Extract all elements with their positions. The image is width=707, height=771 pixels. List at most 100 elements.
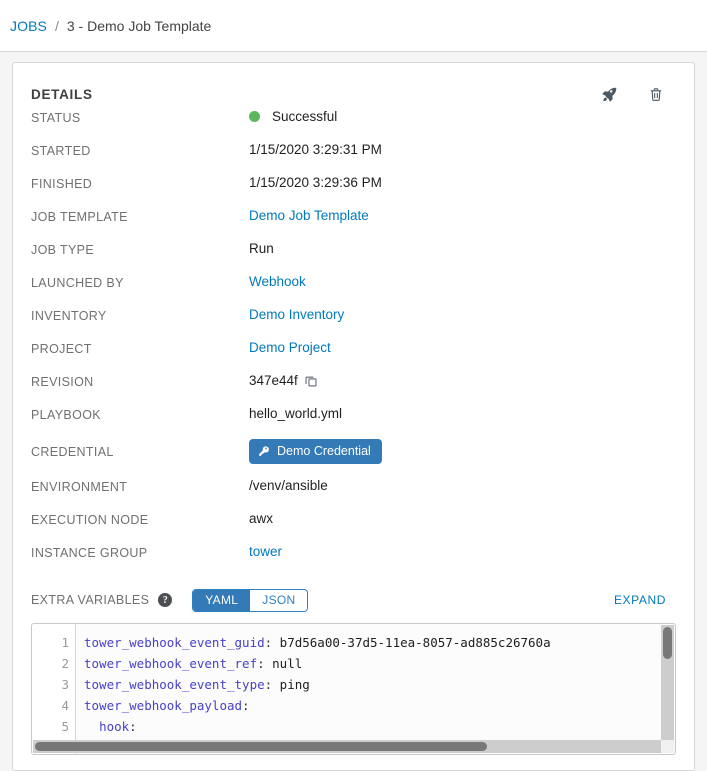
detail-row-job-type: JOB TYPE Run xyxy=(31,241,676,274)
label-launched-by: LAUNCHED BY xyxy=(31,276,124,290)
detail-row-started: STARTED 1/15/2020 3:29:31 PM xyxy=(31,142,676,175)
detail-row-finished: FINISHED 1/15/2020 3:29:36 PM xyxy=(31,175,676,208)
label-revision: REVISION xyxy=(31,375,94,389)
extra-variables-header: EXTRA VARIABLES ? YAML JSON EXPAND xyxy=(31,585,676,615)
editor-horizontal-scrollbar[interactable] xyxy=(33,740,661,753)
editor-line-number: 3 xyxy=(61,677,69,692)
value-project: Demo Project xyxy=(249,340,676,355)
yaml-value: b7d56a00-37d5-11ea-8057-ad885c26760a xyxy=(272,635,551,650)
trash-icon xyxy=(648,88,664,106)
editor-line-numbers: 123456 xyxy=(32,624,76,754)
yaml-key: tower_webhook_event_ref xyxy=(84,656,258,671)
editor-scroll-corner xyxy=(661,740,674,753)
detail-row-status: STATUS Successful xyxy=(31,109,676,142)
value-playbook: hello_world.yml xyxy=(249,406,343,421)
value-job-type: Run xyxy=(249,241,274,256)
launched-by-link[interactable]: Webhook xyxy=(249,274,306,289)
label-extra-variables: EXTRA VARIABLES xyxy=(31,593,150,607)
breadcrumb-separator: / xyxy=(54,17,59,34)
breadcrumb-current-page: 3 - Demo Job Template xyxy=(66,17,212,34)
value-environment: /venv/ansible xyxy=(249,478,328,493)
instance-group-link[interactable]: tower xyxy=(249,544,282,559)
editor-code-line: tower_webhook_event_ref: null xyxy=(84,656,303,671)
toggle-json[interactable]: JSON xyxy=(250,589,308,611)
value-instance-group: tower xyxy=(249,544,676,559)
label-job-template: JOB TEMPLATE xyxy=(31,210,128,224)
job-details-card: DETAILS STATUS Successful STARTED 1/15/2… xyxy=(12,62,695,771)
delete-button[interactable] xyxy=(648,86,664,103)
label-job-type: JOB TYPE xyxy=(31,243,95,257)
rocket-icon xyxy=(601,87,618,106)
editor-line-number: 2 xyxy=(61,656,69,671)
value-inventory: Demo Inventory xyxy=(249,307,676,322)
editor-line-number: 1 xyxy=(61,635,69,650)
label-instance-group: INSTANCE GROUP xyxy=(31,546,148,560)
status-dot-icon xyxy=(249,111,260,122)
label-started: STARTED xyxy=(31,144,91,158)
inventory-link[interactable]: Demo Inventory xyxy=(249,307,344,322)
project-link[interactable]: Demo Project xyxy=(249,340,331,355)
variables-format-toggle[interactable]: YAML JSON xyxy=(192,588,309,612)
editor-horizontal-scroll-thumb[interactable] xyxy=(35,742,488,751)
yaml-value: null xyxy=(264,656,303,671)
label-playbook: PLAYBOOK xyxy=(31,408,101,422)
label-environment: ENVIRONMENT xyxy=(31,480,128,494)
key-icon xyxy=(258,445,270,457)
editor-vertical-scroll-thumb[interactable] xyxy=(663,627,672,659)
detail-row-launched-by: LAUNCHED BY Webhook xyxy=(31,274,676,307)
detail-row-job-template: JOB TEMPLATE Demo Job Template xyxy=(31,208,676,241)
value-job-template: Demo Job Template xyxy=(249,208,676,223)
yaml-key: hook xyxy=(99,719,130,734)
revision-hash: 347e44f xyxy=(249,373,298,388)
detail-row-execution-node: EXECUTION NODE awx xyxy=(31,511,676,544)
yaml-key: tower_webhook_payload xyxy=(84,698,243,713)
detail-row-instance-group: INSTANCE GROUP tower xyxy=(31,544,676,577)
editor-line-number: 4 xyxy=(61,698,69,713)
page-title: DETAILS xyxy=(31,87,93,102)
editor-code[interactable]: tower_webhook_event_guid: b7d56a00-37d5-… xyxy=(76,624,675,754)
editor-code-line: hook: xyxy=(99,719,137,734)
editor-code-line: tower_webhook_event_type: ping xyxy=(84,677,310,692)
toggle-yaml[interactable]: YAML xyxy=(193,589,251,611)
breadcrumb: JOBS / 3 - Demo Job Template xyxy=(0,0,707,52)
card-header: DETAILS xyxy=(31,63,676,109)
copy-icon[interactable] xyxy=(304,374,318,388)
value-status: Successful xyxy=(249,109,676,124)
page-body: DETAILS STATUS Successful STARTED 1/15/2… xyxy=(0,52,707,771)
value-revision: 347e44f xyxy=(249,373,676,388)
detail-row-playbook: PLAYBOOK hello_world.yml xyxy=(31,406,676,439)
label-finished: FINISHED xyxy=(31,177,93,191)
editor-line-number: 5 xyxy=(61,719,69,734)
value-credential: Demo Credential xyxy=(249,439,676,464)
editor-vertical-scrollbar[interactable] xyxy=(661,625,674,740)
credential-badge[interactable]: Demo Credential xyxy=(249,439,382,464)
label-credential: CREDENTIAL xyxy=(31,445,114,459)
expand-link[interactable]: EXPAND xyxy=(614,593,676,607)
card-header-actions xyxy=(601,86,676,103)
status-badge: Successful xyxy=(272,109,338,124)
detail-row-revision: REVISION 347e44f xyxy=(31,373,676,406)
detail-row-inventory: INVENTORY Demo Inventory xyxy=(31,307,676,340)
detail-row-project: PROJECT Demo Project xyxy=(31,340,676,373)
job-template-link[interactable]: Demo Job Template xyxy=(249,208,369,223)
breadcrumb-link-jobs[interactable]: JOBS xyxy=(10,18,47,34)
editor-content: 123456 tower_webhook_event_guid: b7d56a0… xyxy=(32,624,675,754)
yaml-key: tower_webhook_event_guid xyxy=(84,635,265,650)
detail-row-environment: ENVIRONMENT /venv/ansible xyxy=(31,478,676,511)
credential-badge-label: Demo Credential xyxy=(277,444,371,458)
label-inventory: INVENTORY xyxy=(31,309,107,323)
editor-code-line: tower_webhook_payload: xyxy=(84,698,250,713)
value-started: 1/15/2020 3:29:31 PM xyxy=(249,142,382,157)
yaml-value: ping xyxy=(272,677,310,692)
value-launched-by: Webhook xyxy=(249,274,676,289)
extra-variables-editor[interactable]: 123456 tower_webhook_event_guid: b7d56a0… xyxy=(31,623,676,755)
label-status: STATUS xyxy=(31,111,81,125)
value-finished: 1/15/2020 3:29:36 PM xyxy=(249,175,382,190)
editor-code-line: tower_webhook_event_guid: b7d56a00-37d5-… xyxy=(84,635,551,650)
relaunch-button[interactable] xyxy=(601,86,618,103)
label-project: PROJECT xyxy=(31,342,92,356)
yaml-key: tower_webhook_event_type xyxy=(84,677,265,692)
value-execution-node: awx xyxy=(249,511,274,526)
detail-row-credential: CREDENTIAL Demo Credential xyxy=(31,439,676,478)
question-mark-icon[interactable]: ? xyxy=(158,593,173,607)
